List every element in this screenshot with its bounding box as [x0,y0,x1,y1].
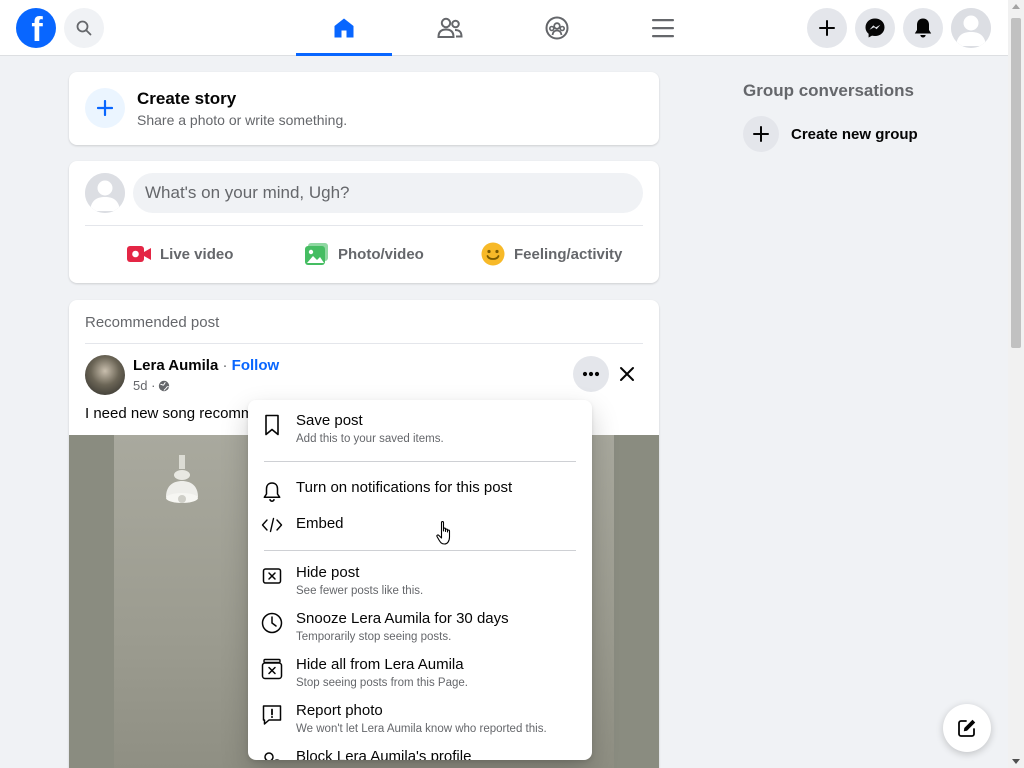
messenger-icon [865,18,885,38]
tab-menu[interactable] [615,0,711,56]
live-video-label: Live video [160,245,234,263]
code-icon [260,517,284,541]
menu-item-subtitle: We won't let Lera Aumila know who report… [296,723,547,735]
menu-item-hide-all[interactable]: Hide all from Lera Aumila Stop seeing po… [256,656,584,689]
menu-item-subtitle: See fewer posts like this. [296,585,424,597]
top-navigation-bar: f [0,0,1008,56]
menu-item-hide-post[interactable]: Hide post See fewer posts like this. [256,564,584,597]
group-conversations-title: Group conversations [743,81,914,100]
menu-item-title: Save post [296,412,363,429]
menu-divider [264,550,576,551]
scroll-up-arrow-icon[interactable] [1012,4,1020,9]
post-author-line: Lera Aumila · Follow [133,357,279,374]
feeling-icon [481,242,505,266]
tab-friends[interactable] [402,0,498,56]
menu-item-subtitle: Add this to your saved items. [296,433,444,445]
menu-item-subtitle: Stop seeing posts from this Page. [296,677,468,689]
post-composer-card: What's on your mind, Ugh? Live video Pho… [69,161,659,283]
post-timestamp[interactable]: 5d · [133,378,170,393]
friends-icon [437,17,463,38]
profile-avatar[interactable] [951,8,991,48]
home-icon [334,18,354,38]
menu-item-snooze[interactable]: Snooze Lera Aumila for 30 days Temporari… [256,610,584,643]
new-message-button[interactable] [943,704,991,752]
menu-item-title: Embed [296,515,344,532]
live-video-icon [127,246,151,262]
whats-on-your-mind-input[interactable]: What's on your mind, Ugh? [133,173,643,213]
menu-item-subtitle: Temporarily stop seeing posts. [296,631,452,643]
photo-icon [305,243,328,265]
composer-avatar[interactable] [85,173,125,213]
globe-icon [159,380,170,391]
svg-text:f: f [31,11,43,48]
menu-item-title: Block Lera Aumila's profile [296,748,472,760]
menu-item-title: Hide all from Lera Aumila [296,656,464,673]
default-avatar-icon [951,8,991,48]
bookmark-icon [260,414,284,438]
recommended-post-label: Recommended post [85,314,220,331]
menu-item-title: Snooze Lera Aumila for 30 days [296,610,509,627]
hide-all-icon [260,658,284,682]
more-horizontal-icon [582,371,600,377]
tab-home[interactable] [296,0,392,56]
compose-icon [958,719,976,737]
hand-cursor-icon [436,521,451,545]
post-time-text: 5d · [133,378,156,393]
post-options-menu: Save post Add this to your saved items. … [248,400,592,760]
photo-video-label: Photo/video [338,245,424,263]
plus-icon [85,88,125,128]
feeling-activity-label: Feeling/activity [514,245,623,263]
bell-icon [260,481,284,505]
author-name-link[interactable]: Lera Aumila [133,357,218,374]
photo-video-button[interactable]: Photo/video [304,239,424,269]
create-button[interactable] [807,8,847,48]
search-button[interactable] [64,8,104,48]
create-new-group-button[interactable]: Create new group [743,116,918,152]
composer-divider [85,225,643,226]
create-story-title: Create story [137,89,237,108]
menu-item-report-photo[interactable]: Report photo We won't let Lera Aumila kn… [256,702,584,735]
report-icon [260,704,284,728]
facebook-logo-icon[interactable]: f [16,8,56,48]
menu-item-block-profile[interactable]: Block Lera Aumila's profile [256,748,584,760]
groups-icon [545,16,569,40]
create-icon [819,20,835,36]
close-icon [620,367,634,381]
post-header-divider [85,343,643,344]
block-icon [260,750,284,760]
messenger-button[interactable] [855,8,895,48]
scroll-thumb[interactable] [1011,18,1021,348]
separator-dot: · [222,357,228,374]
create-story-subtitle: Share a photo or write something. [137,112,348,128]
plus-icon [743,116,779,152]
menu-item-title: Hide post [296,564,360,581]
menu-item-turn-on-notifications[interactable]: Turn on notifications for this post [256,479,584,505]
post-body-text: I need new song recomm [85,405,254,422]
create-story-card[interactable]: Create story Share a photo or write some… [69,72,659,145]
create-new-group-label: Create new group [791,125,918,143]
hide-post-button[interactable] [609,356,645,392]
live-video-button[interactable]: Live video [126,239,233,269]
hamburger-icon [652,19,674,38]
hide-icon [260,566,284,590]
notifications-icon [914,18,932,38]
feeling-activity-button[interactable]: Feeling/activity [480,239,622,269]
menu-item-title: Report photo [296,702,383,719]
menu-item-title: Turn on notifications for this post [296,479,513,496]
author-avatar[interactable] [85,355,125,395]
menu-divider [264,461,576,462]
search-icon [76,20,92,36]
scroll-down-arrow-icon[interactable] [1012,759,1020,764]
follow-link[interactable]: Follow [232,357,280,374]
page-scrollbar[interactable] [1008,0,1024,768]
menu-item-embed[interactable]: Embed [256,515,584,541]
post-options-button[interactable] [573,356,609,392]
notifications-button[interactable] [903,8,943,48]
menu-item-save-post[interactable]: Save post Add this to your saved items. [256,412,584,445]
ceiling-lamp-graphic [166,455,198,503]
clock-icon [260,612,284,636]
tab-groups[interactable] [509,0,605,56]
